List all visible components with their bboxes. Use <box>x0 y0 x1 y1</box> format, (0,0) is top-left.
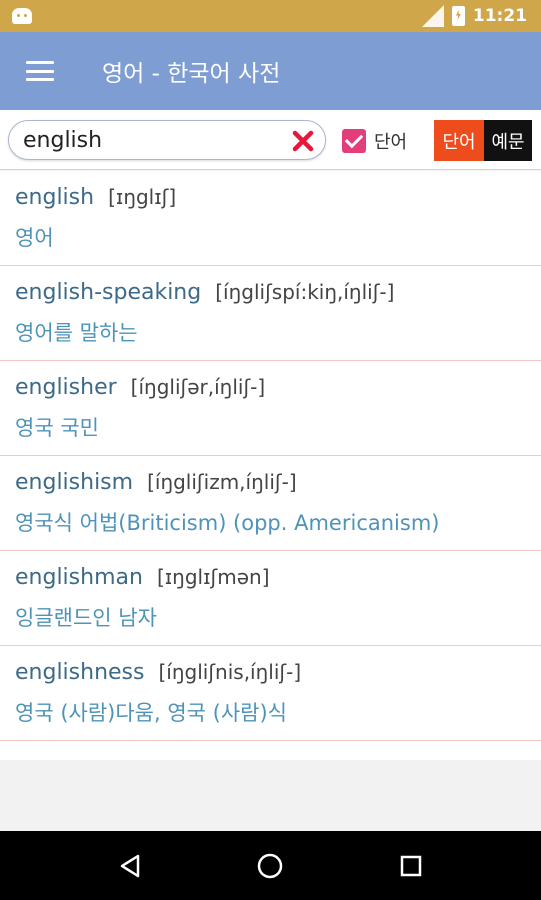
entry-meaning: 영어 <box>15 226 54 250</box>
search-box <box>8 120 326 160</box>
signal-icon <box>421 5 444 27</box>
entry-word: english <box>15 185 95 210</box>
entry-meaning: 영국 (사람)다움, 영국 (사람)식 <box>15 701 287 725</box>
status-time: 11:21 <box>472 6 527 26</box>
entry-meaning: 잉글랜드인 남자 <box>15 606 157 630</box>
app-bar: 영어 - 한국어 사전 <box>0 32 541 110</box>
back-button[interactable] <box>110 846 150 886</box>
word-checkbox[interactable] <box>342 129 366 153</box>
android-icon <box>12 8 32 24</box>
list-item[interactable]: english-speaking [íŋgliʃspí:kiŋ,íŋliʃ-] … <box>0 266 541 361</box>
toggle-word-button[interactable]: 단어 <box>434 120 484 161</box>
entry-phonetic: [ɪŋglɪʃmən] <box>156 565 270 589</box>
entry-meaning: 영어를 말하는 <box>15 321 138 345</box>
back-icon <box>120 854 140 877</box>
battery-icon <box>451 6 465 26</box>
home-icon <box>258 853 283 878</box>
word-checkbox-wrap[interactable]: 단어 <box>342 128 407 154</box>
search-row: 단어 단어 예문 <box>0 110 541 170</box>
entry-meaning: 영국식 어법(Briticism) (opp. Americanism) <box>15 511 440 535</box>
toggle-example-button[interactable]: 예문 <box>484 120 532 161</box>
status-bar: 11:21 <box>0 0 541 32</box>
entry-phonetic: [ɪŋglɪʃ] <box>108 185 177 209</box>
menu-icon[interactable] <box>26 61 54 81</box>
entry-meaning: 영국 국민 <box>15 416 99 440</box>
entry-phonetic: [íŋgliʃspí:kiŋ,íŋliʃ-] <box>215 280 395 304</box>
entry-word: englishism <box>15 470 134 495</box>
entry-word: englishness <box>15 660 145 685</box>
recents-icon <box>400 855 422 876</box>
result-list: english [ɪŋglɪʃ] 영어 english-speaking [íŋ… <box>0 171 541 760</box>
empty-area <box>0 760 541 831</box>
nav-bar <box>0 831 541 900</box>
entry-word: englisher <box>15 375 117 400</box>
entry-word: english-speaking <box>15 280 202 305</box>
mode-toggle: 단어 예문 <box>434 120 532 161</box>
recents-button[interactable] <box>391 846 431 886</box>
entry-word: englishman <box>15 565 143 590</box>
list-item[interactable]: englishman [ɪŋglɪʃmən] 잉글랜드인 남자 <box>0 551 541 646</box>
search-input[interactable] <box>23 126 283 154</box>
clear-icon[interactable] <box>291 129 315 153</box>
entry-phonetic: [íŋgliʃnis,íŋliʃ-] <box>158 660 302 684</box>
entry-phonetic: [íŋgliʃizm,íŋliʃ-] <box>147 470 297 494</box>
home-button[interactable] <box>250 846 290 886</box>
list-item[interactable]: englisher [íŋgliʃər,íŋliʃ-] 영국 국민 <box>0 361 541 456</box>
entry-phonetic: [íŋgliʃər,íŋliʃ-] <box>130 375 266 399</box>
list-item[interactable]: englishism [íŋgliʃizm,íŋliʃ-] 영국식 어법(Bri… <box>0 456 541 551</box>
list-item[interactable]: englishness [íŋgliʃnis,íŋliʃ-] 영국 (사람)다움… <box>0 646 541 741</box>
list-item[interactable]: english [ɪŋglɪʃ] 영어 <box>0 171 541 266</box>
app-title: 영어 - 한국어 사전 <box>102 61 281 87</box>
word-checkbox-label: 단어 <box>374 132 408 153</box>
